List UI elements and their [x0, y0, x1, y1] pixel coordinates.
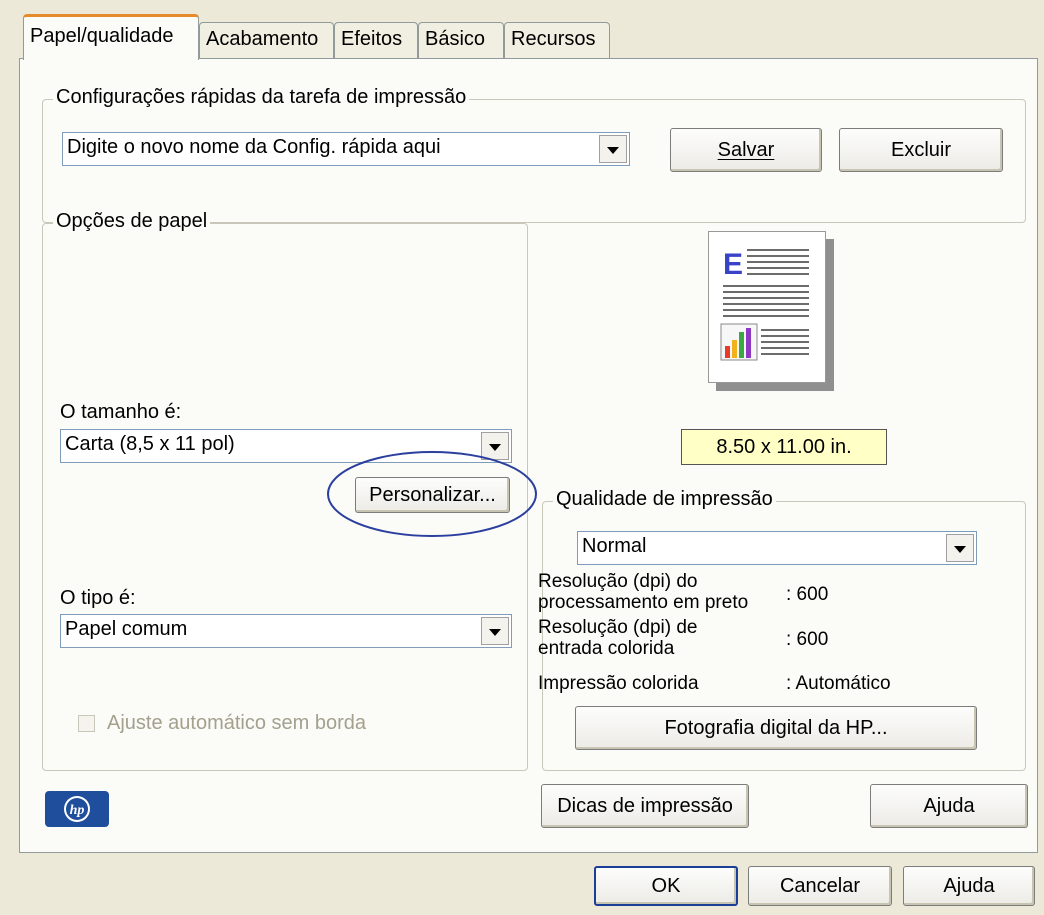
checkbox-icon[interactable] — [78, 715, 95, 732]
tab-panel: Configurações rápidas da tarefa de impre… — [19, 58, 1038, 853]
print-tips-button[interactable]: Dicas de impressão — [541, 784, 749, 828]
borderless-label: Ajuste automático sem borda — [107, 712, 367, 734]
black-resolution-label: Resolução (dpi) do processamento em pret… — [538, 571, 749, 613]
paper-type-value: Papel comum — [65, 618, 188, 640]
highlight-circle — [327, 451, 537, 537]
dropdown-arrow-icon[interactable] — [946, 534, 974, 562]
hp-logo: hp — [45, 791, 109, 827]
black-resolution-value: : 600 — [786, 584, 829, 605]
tab-label: Recursos — [511, 28, 596, 50]
page-preview: E — [708, 231, 836, 393]
tab-label: Básico — [425, 28, 486, 50]
dropdown-arrow-icon[interactable] — [599, 135, 627, 163]
help-button[interactable]: Ajuda — [870, 784, 1028, 828]
dropdown-arrow-icon[interactable] — [481, 617, 509, 645]
type-label: O tipo é: — [60, 587, 136, 609]
color-print-value: : Automático — [786, 673, 891, 694]
size-label: O tamanho é: — [60, 401, 182, 423]
svg-text:hp: hp — [70, 803, 85, 818]
tab-finishing[interactable]: Acabamento — [199, 22, 334, 58]
tab-label: Efeitos — [341, 28, 403, 50]
quick-settings-value: Digite o novo nome da Config. rápida aqu… — [67, 136, 441, 158]
print-quality-title: Qualidade de impressão — [553, 488, 776, 511]
paper-options-title: Opções de papel — [53, 210, 211, 233]
hp-digital-photo-button[interactable]: Fotografia digital da HP... — [575, 706, 977, 750]
tab-basic[interactable]: Básico — [418, 22, 504, 58]
tab-label: Papel/qualidade — [30, 25, 174, 47]
cancel-button[interactable]: Cancelar — [748, 866, 892, 906]
paper-type-combo[interactable]: Papel comum — [60, 614, 512, 648]
page-preview-icon: E — [708, 231, 826, 383]
save-button[interactable]: Salvar — [670, 128, 822, 172]
paper-size-value: Carta (8,5 x 11 pol) — [65, 433, 235, 455]
quick-settings-combo[interactable]: Digite o novo nome da Config. rápida aqu… — [62, 132, 630, 166]
color-resolution-value: : 600 — [786, 629, 829, 650]
print-quality-value: Normal — [582, 535, 647, 557]
borderless-checkbox-row[interactable]: Ajuste automático sem borda — [78, 712, 366, 735]
tab-paper-quality[interactable]: Papel/qualidade — [23, 14, 199, 60]
delete-button[interactable]: Excluir — [839, 128, 1003, 172]
tab-features[interactable]: Recursos — [504, 22, 610, 58]
dialog-help-button[interactable]: Ajuda — [903, 866, 1035, 906]
print-quality-combo[interactable]: Normal — [577, 531, 977, 565]
svg-text:E: E — [723, 248, 743, 281]
tab-effects[interactable]: Efeitos — [334, 22, 418, 58]
quick-settings-title: Configurações rápidas da tarefa de impre… — [53, 86, 470, 109]
color-print-label: Impressão colorida — [538, 673, 699, 694]
tab-label: Acabamento — [206, 28, 319, 50]
quick-settings-group: Configurações rápidas da tarefa de impre… — [42, 86, 1026, 223]
paper-dimensions-badge: 8.50 x 11.00 in. — [681, 429, 887, 465]
color-resolution-label: Resolução (dpi) de entrada colorida — [538, 617, 698, 659]
ok-button[interactable]: OK — [594, 866, 738, 906]
